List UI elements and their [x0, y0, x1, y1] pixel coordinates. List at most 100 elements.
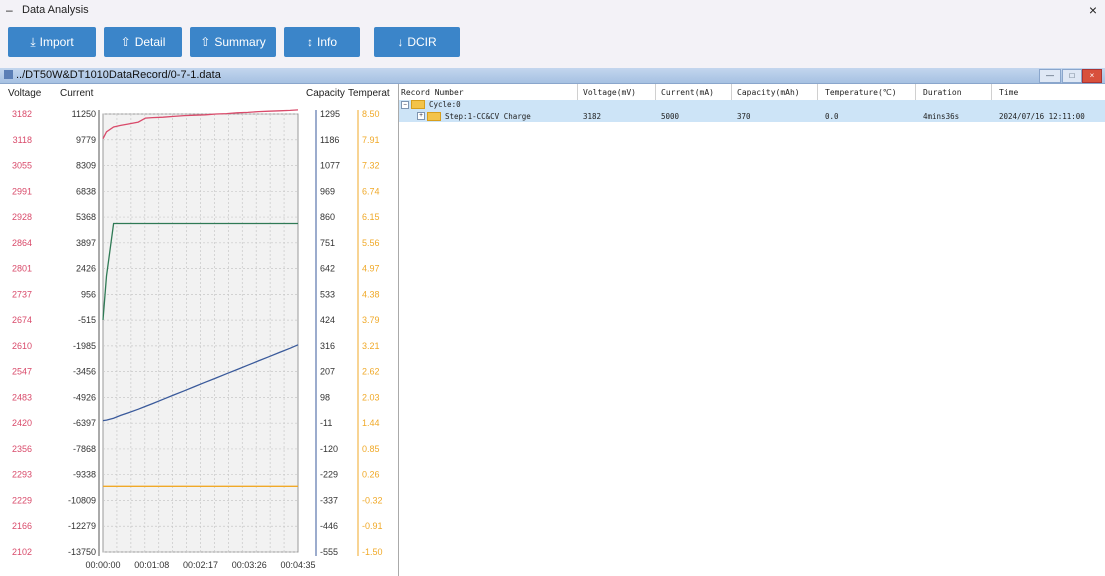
- temperature-tick-label: 8.50: [362, 109, 380, 119]
- download-icon: ↓: [397, 35, 404, 49]
- info-icon: ↕: [306, 35, 313, 49]
- step-label: Step:1-CC&CV Charge: [445, 112, 531, 121]
- capacity-tick-label: 1077: [320, 161, 340, 171]
- info-label: Info: [316, 35, 337, 49]
- voltage-tick-label: 2420: [12, 418, 32, 428]
- chart-panel: Voltage Current Capacity Temperat 3182 11…: [0, 84, 399, 576]
- voltage-tick-label: 2166: [12, 521, 32, 531]
- current-tick-label: -3456: [73, 367, 96, 377]
- toolbar: ⤓ Import ⇧ Detail ⇧ Summary ↕ Info ↓ DCI…: [0, 22, 1105, 68]
- temperature-tick-label: 2.03: [362, 392, 380, 402]
- temperature-tick-label: 4.38: [362, 289, 380, 299]
- file-path: ../DT50W&DT1010DataRecord/0-7-1.data: [16, 69, 221, 81]
- capacity-tick-label: -555: [320, 547, 338, 557]
- voltage-tick-label: 2293: [12, 470, 32, 480]
- step-voltage: 3182: [583, 112, 602, 121]
- column-header-temperature[interactable]: Temperature(℃): [825, 88, 897, 97]
- window-menu-dash[interactable]: –: [6, 3, 13, 17]
- maximize-button[interactable]: □: [1062, 69, 1082, 83]
- voltage-tick-label: 2737: [12, 289, 32, 299]
- current-tick-label: -7868: [73, 444, 96, 454]
- table-row-step[interactable]: + Step:1-CC&CV Charge 3182 5000 370 0.0 …: [399, 110, 1105, 122]
- temperature-tick-label: 7.32: [362, 161, 380, 171]
- current-tick-label: -10809: [68, 495, 96, 505]
- dcir-label: DCIR: [407, 35, 437, 49]
- voltage-tick-label: 2991: [12, 186, 32, 196]
- line-chart[interactable]: 3182 11250 1295 8.50 3118 9779 1186 7.91 3055 830…: [0, 84, 398, 576]
- capacity-tick-label: 860: [320, 212, 335, 222]
- voltage-tick-label: 3182: [12, 109, 32, 119]
- voltage-tick-label: 2547: [12, 367, 32, 377]
- folder-icon: [427, 112, 441, 121]
- current-tick-label: 11250: [72, 109, 96, 119]
- temperature-tick-label: 3.79: [362, 315, 380, 325]
- current-tick-label: -1985: [73, 341, 96, 351]
- import-button[interactable]: ⤓ Import: [8, 27, 96, 57]
- capacity-tick-label: 533: [320, 289, 335, 299]
- voltage-tick-label: 2229: [12, 495, 32, 505]
- step-current: 5000: [661, 112, 680, 121]
- capacity-tick-label: 207: [320, 367, 335, 377]
- capacity-tick-label: 316: [320, 341, 335, 351]
- voltage-tick-label: 2483: [12, 392, 32, 402]
- capacity-tick-label: -337: [320, 495, 338, 505]
- capacity-tick-label: 751: [320, 238, 335, 248]
- temperature-tick-label: 0.26: [362, 470, 380, 480]
- temperature-tick-label: -0.32: [362, 495, 383, 505]
- temperature-tick-label: 6.74: [362, 186, 380, 196]
- capacity-tick-label: 969: [320, 186, 335, 196]
- voltage-tick-label: 2928: [12, 212, 32, 222]
- capacity-tick-label: -229: [320, 470, 338, 480]
- capacity-tick-label: 1186: [320, 135, 339, 145]
- collapse-icon[interactable]: −: [401, 101, 409, 109]
- column-header-time[interactable]: Time: [999, 88, 1018, 97]
- table-header: Record Number Voltage(mV) Current(mA) Ca…: [399, 84, 1105, 101]
- voltage-tick-label: 2356: [12, 444, 32, 454]
- column-header-duration[interactable]: Duration: [923, 88, 962, 97]
- capacity-tick-label: -446: [320, 521, 338, 531]
- capacity-tick-label: 98: [320, 392, 330, 402]
- temperature-tick-label: 0.85: [362, 444, 380, 454]
- info-button[interactable]: ↕ Info: [284, 27, 360, 57]
- voltage-tick-label: 3118: [13, 135, 32, 145]
- current-tick-label: -12279: [68, 521, 96, 531]
- step-time: 2024/07/16 12:11:00: [999, 112, 1085, 121]
- title-bar: – Data Analysis ×: [0, 0, 1105, 22]
- capacity-tick-label: 642: [320, 264, 335, 274]
- expand-icon[interactable]: +: [417, 112, 425, 120]
- column-header-capacity[interactable]: Capacity(mAh): [737, 88, 800, 97]
- current-tick-label: 2426: [76, 264, 96, 274]
- voltage-tick-label: 2801: [12, 264, 32, 274]
- column-header-current[interactable]: Current(mA): [661, 88, 714, 97]
- current-tick-label: -9338: [73, 470, 96, 480]
- column-header-record-number[interactable]: Record Number: [401, 88, 464, 97]
- dcir-button[interactable]: ↓ DCIR: [374, 27, 460, 57]
- capacity-tick-label: 1295: [320, 109, 340, 119]
- voltage-tick-label: 2610: [12, 341, 32, 351]
- voltage-tick-label: 3055: [12, 161, 32, 171]
- file-path-bar: ../DT50W&DT1010DataRecord/0-7-1.data — □…: [0, 68, 1105, 84]
- detail-button[interactable]: ⇧ Detail: [104, 27, 182, 57]
- x-tick-label: 00:00:00: [85, 560, 120, 570]
- current-tick-label: -515: [78, 315, 96, 325]
- x-tick-label: 00:01:08: [134, 560, 169, 570]
- temperature-tick-label: 5.56: [362, 238, 380, 248]
- close-icon[interactable]: ×: [1089, 2, 1097, 18]
- step-temperature: 0.0: [825, 112, 839, 121]
- table-row-cycle[interactable]: − Cycle:0: [399, 100, 1105, 110]
- summary-button[interactable]: ⇧ Summary: [190, 27, 276, 57]
- export-icon: ⇧: [120, 35, 131, 49]
- current-tick-label: -4926: [73, 392, 96, 402]
- current-tick-label: 3897: [76, 238, 96, 248]
- current-tick-label: 8309: [76, 161, 96, 171]
- temperature-tick-label: 6.15: [362, 212, 380, 222]
- voltage-tick-label: 2102: [12, 547, 32, 557]
- detail-label: Detail: [134, 35, 166, 49]
- summary-label: Summary: [214, 35, 266, 49]
- temperature-tick-label: -0.91: [362, 521, 383, 531]
- capacity-tick-label: 424: [320, 315, 335, 325]
- restore-button[interactable]: —: [1039, 69, 1061, 83]
- column-header-voltage[interactable]: Voltage(mV): [583, 88, 636, 97]
- current-tick-label: 5368: [76, 212, 96, 222]
- close-file-button[interactable]: ×: [1082, 69, 1102, 83]
